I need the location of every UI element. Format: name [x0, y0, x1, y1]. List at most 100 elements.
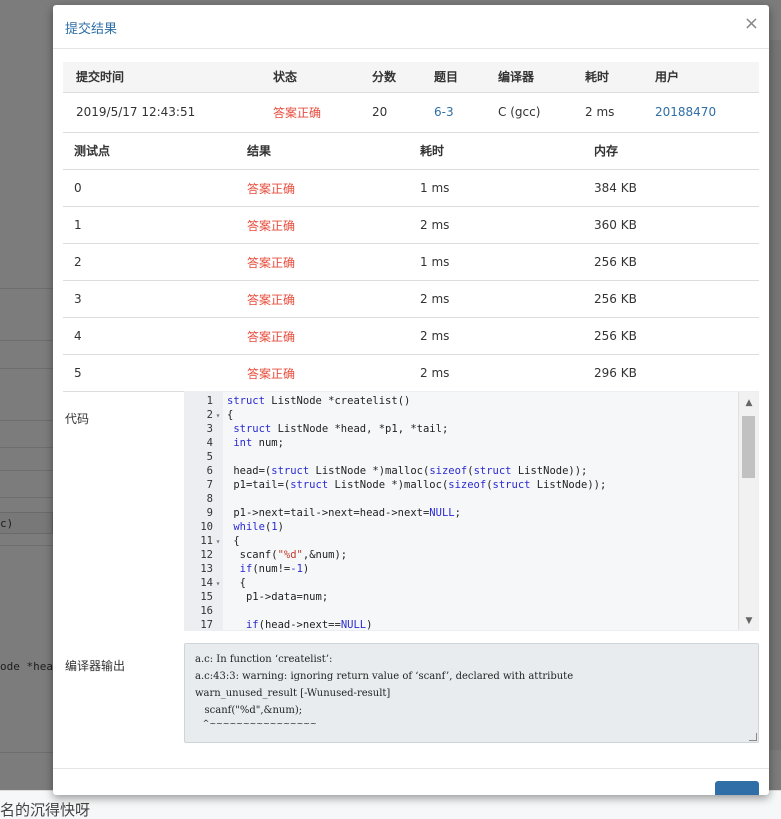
- code-label: 代码: [65, 412, 90, 426]
- code-line: 16: [185, 604, 740, 618]
- line-number: 12: [200, 549, 213, 561]
- code-line: 2 ▾ {: [185, 408, 740, 422]
- line-number: 13: [200, 563, 213, 575]
- compiler-output-label: 编译器输出: [65, 659, 126, 673]
- bg-divider: [0, 545, 53, 546]
- code-line: 13 if(num!=-1): [185, 562, 740, 576]
- fold-arrow-icon[interactable]: ▾: [213, 535, 223, 549]
- summary-header-status: 状态: [260, 62, 359, 93]
- code-text: head=(struct ListNode *)malloc(sizeof(st…: [227, 465, 588, 477]
- bg-divider: [0, 288, 53, 289]
- code-section: 代码 1 struct ListNode *createlist() 2 ▾{3 st…: [63, 391, 759, 631]
- code-text: p1->data=num;: [227, 591, 329, 603]
- line-number: 2: [206, 409, 213, 421]
- case-id: 4: [63, 317, 236, 355]
- problem-link[interactable]: 6-3: [421, 92, 485, 133]
- modal-header: 提交结果 ×: [53, 5, 769, 49]
- line-number: 8: [206, 493, 213, 505]
- line-number: 3: [206, 423, 213, 435]
- bg-divider: [0, 447, 53, 448]
- test-case-row: 0 答案正确 1 ms 384 KB: [63, 169, 759, 207]
- fold-arrow-icon[interactable]: ▾: [213, 577, 223, 591]
- code-viewer[interactable]: 1 struct ListNode *createlist() 2 ▾{3 struc…: [184, 391, 759, 631]
- case-result: 答案正确: [236, 243, 409, 281]
- code-lines: 1 struct ListNode *createlist() 2 ▾{3 struc…: [185, 394, 740, 631]
- code-line: 11 ▾ {: [185, 534, 740, 548]
- line-number: 1: [206, 395, 213, 407]
- code-line: 10 while(1): [185, 520, 740, 534]
- line-number: 5: [206, 451, 213, 463]
- case-memory: 256 KB: [583, 243, 759, 281]
- summary-header-duration: 耗时: [572, 62, 642, 93]
- submission-duration: 2 ms: [572, 92, 642, 133]
- bg-code-snippet: ode *hea: [0, 660, 53, 673]
- resize-grip-icon[interactable]: [749, 733, 757, 741]
- code-text: {: [227, 409, 234, 421]
- cases-header-row: 测试点 结果 耗时 内存: [63, 132, 759, 170]
- submission-score: 20: [359, 92, 421, 133]
- line-number: 4: [206, 437, 213, 449]
- case-result: 答案正确: [236, 206, 409, 244]
- scroll-up-arrow-icon[interactable]: ▲: [739, 394, 758, 412]
- code-line: 7 p1=tail=(struct ListNode *)malloc(size…: [185, 478, 740, 492]
- user-link[interactable]: 20188470: [642, 92, 759, 133]
- test-case-row: 3 答案正确 2 ms 256 KB: [63, 280, 759, 318]
- line-number: 10: [200, 521, 213, 533]
- compiler-output-line: warn_unused_result [-Wunused-result]: [195, 688, 391, 699]
- bg-compiler-select: c): [0, 512, 53, 534]
- code-text: scanf("%d",&num);: [227, 549, 348, 561]
- line-number: 9: [206, 507, 213, 519]
- compiler-output-textarea[interactable]: a.c: In function ‘createlist’: a.c:43:3:…: [184, 643, 759, 743]
- code-line: 4 int num;: [185, 436, 740, 450]
- scroll-thumb[interactable]: [742, 416, 755, 478]
- code-line: 1 struct ListNode *createlist(): [185, 394, 740, 408]
- code-text: if(num!=-1): [239, 563, 310, 575]
- modal-footer: [53, 768, 769, 795]
- code-line: 12 scanf("%d",&num);: [185, 548, 740, 562]
- submission-result-modal: 提交结果 × 提交时间 状态 分数 题目 编译器 耗时 用户 2019/5/17…: [53, 5, 769, 795]
- case-time: 1 ms: [409, 243, 583, 281]
- cases-header-memory: 内存: [583, 132, 759, 170]
- compiler-output-line: a.c:43:3: warning: ignoring return value…: [195, 671, 574, 682]
- case-time: 1 ms: [409, 169, 583, 207]
- cases-header-result: 结果: [236, 132, 409, 170]
- summary-header-score: 分数: [359, 62, 421, 93]
- case-id: 3: [63, 280, 236, 318]
- line-number: 6: [206, 465, 213, 477]
- case-id: 5: [63, 354, 236, 392]
- submission-time: 2019/5/17 12:43:51: [63, 92, 260, 133]
- test-case-row: 2 答案正确 1 ms 256 KB: [63, 243, 759, 281]
- code-line: 3 struct ListNode *head, *p1, *tail;: [185, 422, 740, 436]
- summary-header-problem: 题目: [421, 62, 485, 93]
- code-text: if(head->next==NULL): [245, 619, 373, 631]
- line-number: 15: [200, 591, 213, 603]
- fold-arrow-icon[interactable]: ▾: [213, 409, 223, 423]
- test-case-row: 5 答案正确 2 ms 296 KB: [63, 354, 759, 392]
- case-result: 答案正确: [236, 354, 409, 392]
- summary-header-compiler: 编译器: [485, 62, 572, 93]
- modal-body: 提交时间 状态 分数 题目 编译器 耗时 用户 2019/5/17 12:43:…: [53, 49, 769, 392]
- scroll-down-arrow-icon[interactable]: ▼: [739, 612, 758, 630]
- case-result: 答案正确: [236, 317, 409, 355]
- close-icon[interactable]: ×: [744, 14, 759, 34]
- compiler-output-line: a.c: In function ‘createlist’:: [195, 654, 333, 665]
- code-text: int num;: [233, 437, 284, 449]
- code-text: while(1): [233, 521, 284, 533]
- code-text: p1->next=tail->next=head->next=NULL;: [227, 507, 461, 519]
- footer-button[interactable]: [715, 781, 759, 795]
- compiler-output-line: scanf("%d",&num);: [195, 705, 303, 716]
- submission-compiler: C (gcc): [485, 92, 572, 133]
- code-line: 15 p1->data=num;: [185, 590, 740, 604]
- case-id: 0: [63, 169, 236, 207]
- code-text: struct ListNode *createlist(): [227, 395, 411, 407]
- code-line: 6 head=(struct ListNode *)malloc(sizeof(…: [185, 464, 740, 478]
- code-line: 5: [185, 450, 740, 464]
- bg-divider: [0, 470, 53, 471]
- line-number: 11: [200, 535, 213, 547]
- case-result: 答案正确: [236, 169, 409, 207]
- summary-header-time: 提交时间: [63, 62, 260, 93]
- code-scrollbar[interactable]: ▲ ▼: [738, 392, 758, 630]
- modal-title: 提交结果: [65, 22, 118, 37]
- summary-header-row: 提交时间 状态 分数 题目 编译器 耗时 用户: [63, 62, 759, 93]
- case-id: 2: [63, 243, 236, 281]
